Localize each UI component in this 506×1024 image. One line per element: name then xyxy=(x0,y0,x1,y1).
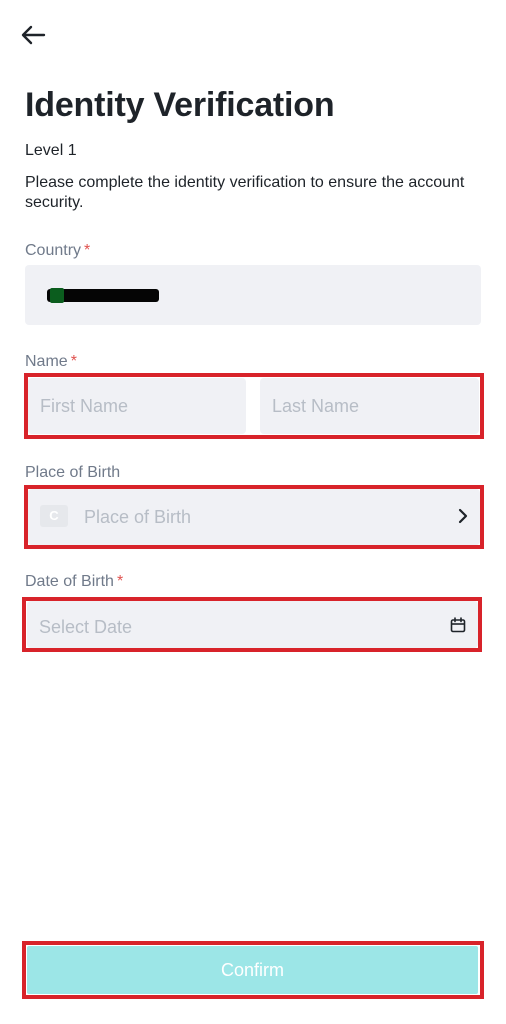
country-flag-icon xyxy=(50,288,64,303)
back-arrow-icon xyxy=(21,25,46,45)
place-of-birth-placeholder: Place of Birth xyxy=(84,507,192,527)
required-marker: * xyxy=(70,353,77,370)
place-of-birth-letter: C xyxy=(40,505,68,527)
name-label-text: Name xyxy=(25,353,68,370)
calendar-icon xyxy=(450,617,466,633)
chevron-right-icon xyxy=(458,508,468,524)
country-select[interactable] xyxy=(25,265,481,325)
required-marker: * xyxy=(116,573,124,590)
name-label: Name * xyxy=(25,353,77,371)
redacted-country-value xyxy=(47,288,159,303)
first-name-input[interactable]: First Name xyxy=(28,378,246,434)
place-of-birth-label: Place of Birth xyxy=(25,464,121,481)
required-marker: * xyxy=(84,242,91,259)
date-of-birth-label-text: Date of Birth xyxy=(25,573,114,590)
date-of-birth-placeholder: Select Date xyxy=(39,617,133,637)
level-label: Level 1 xyxy=(25,142,77,159)
date-of-birth-label: Date of Birth * xyxy=(25,573,123,591)
country-label: Country * xyxy=(25,242,90,260)
place-of-birth-select[interactable]: C Place of Birth xyxy=(28,489,480,545)
country-label-text: Country xyxy=(25,242,82,259)
last-name-placeholder: Last Name xyxy=(272,396,360,416)
back-button[interactable] xyxy=(18,20,52,50)
date-of-birth-picker[interactable]: Select Date xyxy=(27,601,478,648)
last-name-input[interactable]: Last Name xyxy=(260,378,479,434)
description-text: Please complete the identity verificatio… xyxy=(25,174,465,211)
page-title: Identity Verification xyxy=(25,86,335,124)
first-name-placeholder: First Name xyxy=(40,396,129,416)
confirm-button[interactable]: Confirm xyxy=(27,946,478,994)
